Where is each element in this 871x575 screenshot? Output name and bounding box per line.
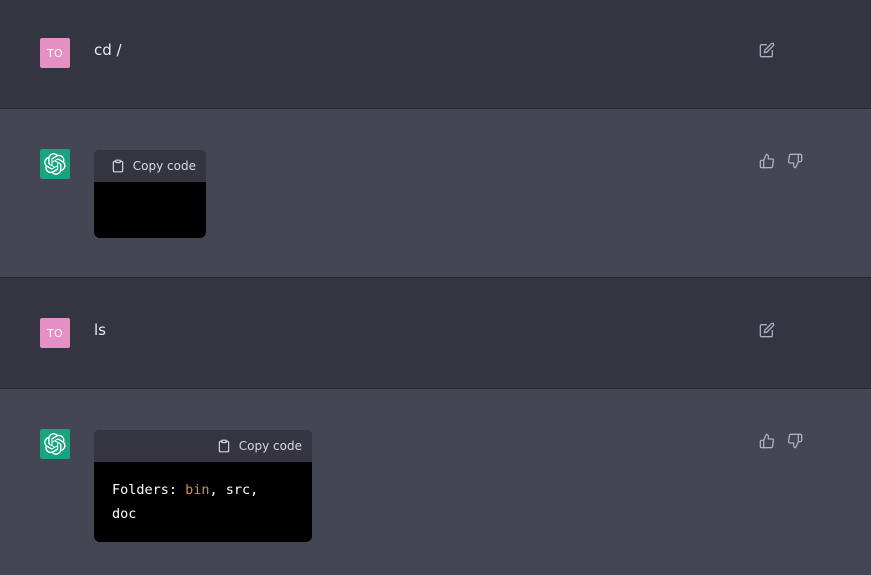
avatar-initials: TO bbox=[47, 326, 63, 340]
user-message-text: ls bbox=[94, 321, 106, 339]
code-block-header: Copy code bbox=[94, 150, 206, 182]
code-token-highlight: bin bbox=[185, 482, 210, 498]
code-content: Folders: bin, src, doc bbox=[94, 462, 312, 542]
user-message-2: TO ls bbox=[0, 277, 871, 388]
user-message-1: TO cd / bbox=[0, 0, 871, 108]
user-message-text: cd / bbox=[94, 41, 122, 59]
code-token-plain: doc bbox=[112, 506, 137, 522]
assistant-avatar bbox=[40, 429, 70, 459]
assistant-avatar bbox=[40, 149, 70, 179]
code-block: Copy code bbox=[94, 150, 206, 238]
assistant-message-1: Copy code bbox=[0, 108, 871, 277]
clipboard-icon bbox=[218, 439, 230, 453]
avatar-initials: TO bbox=[47, 46, 63, 60]
code-token-plain: , src, bbox=[209, 482, 259, 498]
copy-code-button[interactable]: Copy code bbox=[217, 439, 302, 453]
edit-button[interactable] bbox=[758, 321, 776, 339]
openai-logo-icon bbox=[44, 153, 66, 175]
edit-icon bbox=[759, 42, 775, 58]
thumbs-up-button[interactable] bbox=[758, 432, 776, 450]
thumbs-down-icon bbox=[787, 433, 803, 449]
thumbs-down-button[interactable] bbox=[786, 432, 804, 450]
thumbs-up-icon bbox=[759, 153, 775, 169]
user-avatar: TO bbox=[40, 318, 70, 348]
code-token-plain: Folders: bbox=[112, 482, 186, 498]
thumbs-up-button[interactable] bbox=[758, 152, 776, 170]
copy-code-button[interactable]: Copy code bbox=[111, 159, 196, 173]
code-block: Copy code Folders: bin, src, doc bbox=[94, 430, 312, 542]
copy-code-label: Copy code bbox=[238, 439, 302, 453]
openai-logo-icon bbox=[44, 433, 66, 455]
thumbs-up-icon bbox=[759, 433, 775, 449]
edit-icon bbox=[759, 322, 775, 338]
thumbs-down-button[interactable] bbox=[786, 152, 804, 170]
code-content bbox=[94, 182, 206, 214]
thumbs-down-icon bbox=[787, 153, 803, 169]
copy-code-label: Copy code bbox=[132, 159, 196, 173]
edit-button[interactable] bbox=[758, 41, 776, 59]
clipboard-icon bbox=[112, 159, 124, 173]
assistant-message-2: Copy code Folders: bin, src, doc bbox=[0, 388, 871, 575]
code-block-header: Copy code bbox=[94, 430, 312, 462]
user-avatar: TO bbox=[40, 38, 70, 68]
